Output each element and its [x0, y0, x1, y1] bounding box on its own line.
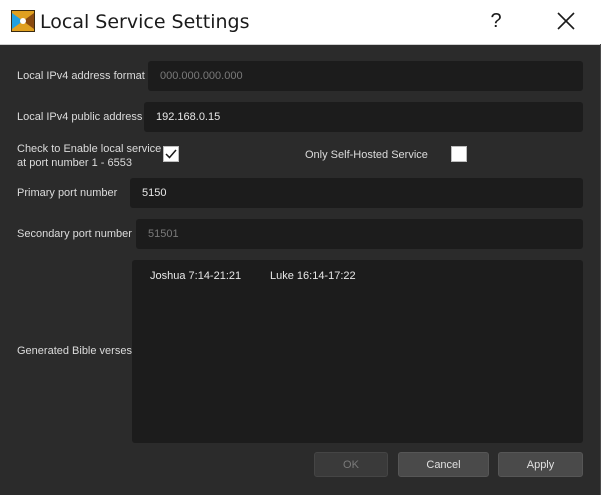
primary-port-input[interactable]: 5150 — [130, 178, 583, 208]
ipv4-public-label: Local IPv4 public address — [17, 111, 143, 123]
ipv4-format-label: Local IPv4 address format — [17, 70, 145, 82]
title-bar: Local Service Settings ? — [0, 0, 601, 45]
ok-button[interactable]: OK — [314, 452, 388, 477]
ipv4-format-placeholder: 000.000.000.000 — [160, 70, 243, 82]
close-icon[interactable] — [553, 8, 579, 34]
primary-port-value: 5150 — [142, 187, 167, 199]
secondary-port-input[interactable]: 51501 — [136, 219, 583, 249]
enable-local-label: Check to Enable local service at port nu… — [17, 142, 161, 170]
self-hosted-label: Only Self-Hosted Service — [305, 149, 428, 161]
self-hosted-checkbox[interactable] — [451, 146, 467, 162]
app-icon — [11, 10, 35, 32]
enable-local-label-line2: at port number 1 - 6553 — [17, 157, 132, 169]
enable-local-label-line1: Check to Enable local service — [17, 143, 162, 155]
secondary-port-placeholder: 51501 — [148, 228, 179, 240]
checkmark-icon — [165, 149, 177, 159]
help-button[interactable]: ? — [484, 8, 508, 34]
bible-verses-textarea[interactable]: Joshua 7:14-21:21 Luke 16:14-17:22 — [132, 260, 583, 443]
secondary-port-label: Secondary port number — [17, 228, 132, 240]
apply-button[interactable]: Apply — [498, 452, 583, 477]
verse-item: Luke 16:14-17:22 — [270, 270, 356, 282]
primary-port-label: Primary port number — [17, 187, 118, 199]
ipv4-public-value: 192.168.0.15 — [156, 111, 221, 123]
bible-verses-label: Generated Bible verses — [17, 345, 132, 357]
window-title: Local Service Settings — [40, 11, 250, 33]
enable-local-checkbox[interactable] — [163, 146, 179, 162]
cancel-button[interactable]: Cancel — [398, 452, 489, 477]
ipv4-format-input[interactable]: 000.000.000.000 — [148, 61, 583, 91]
ipv4-public-input[interactable]: 192.168.0.15 — [144, 102, 583, 132]
verse-item: Joshua 7:14-21:21 — [150, 270, 242, 282]
